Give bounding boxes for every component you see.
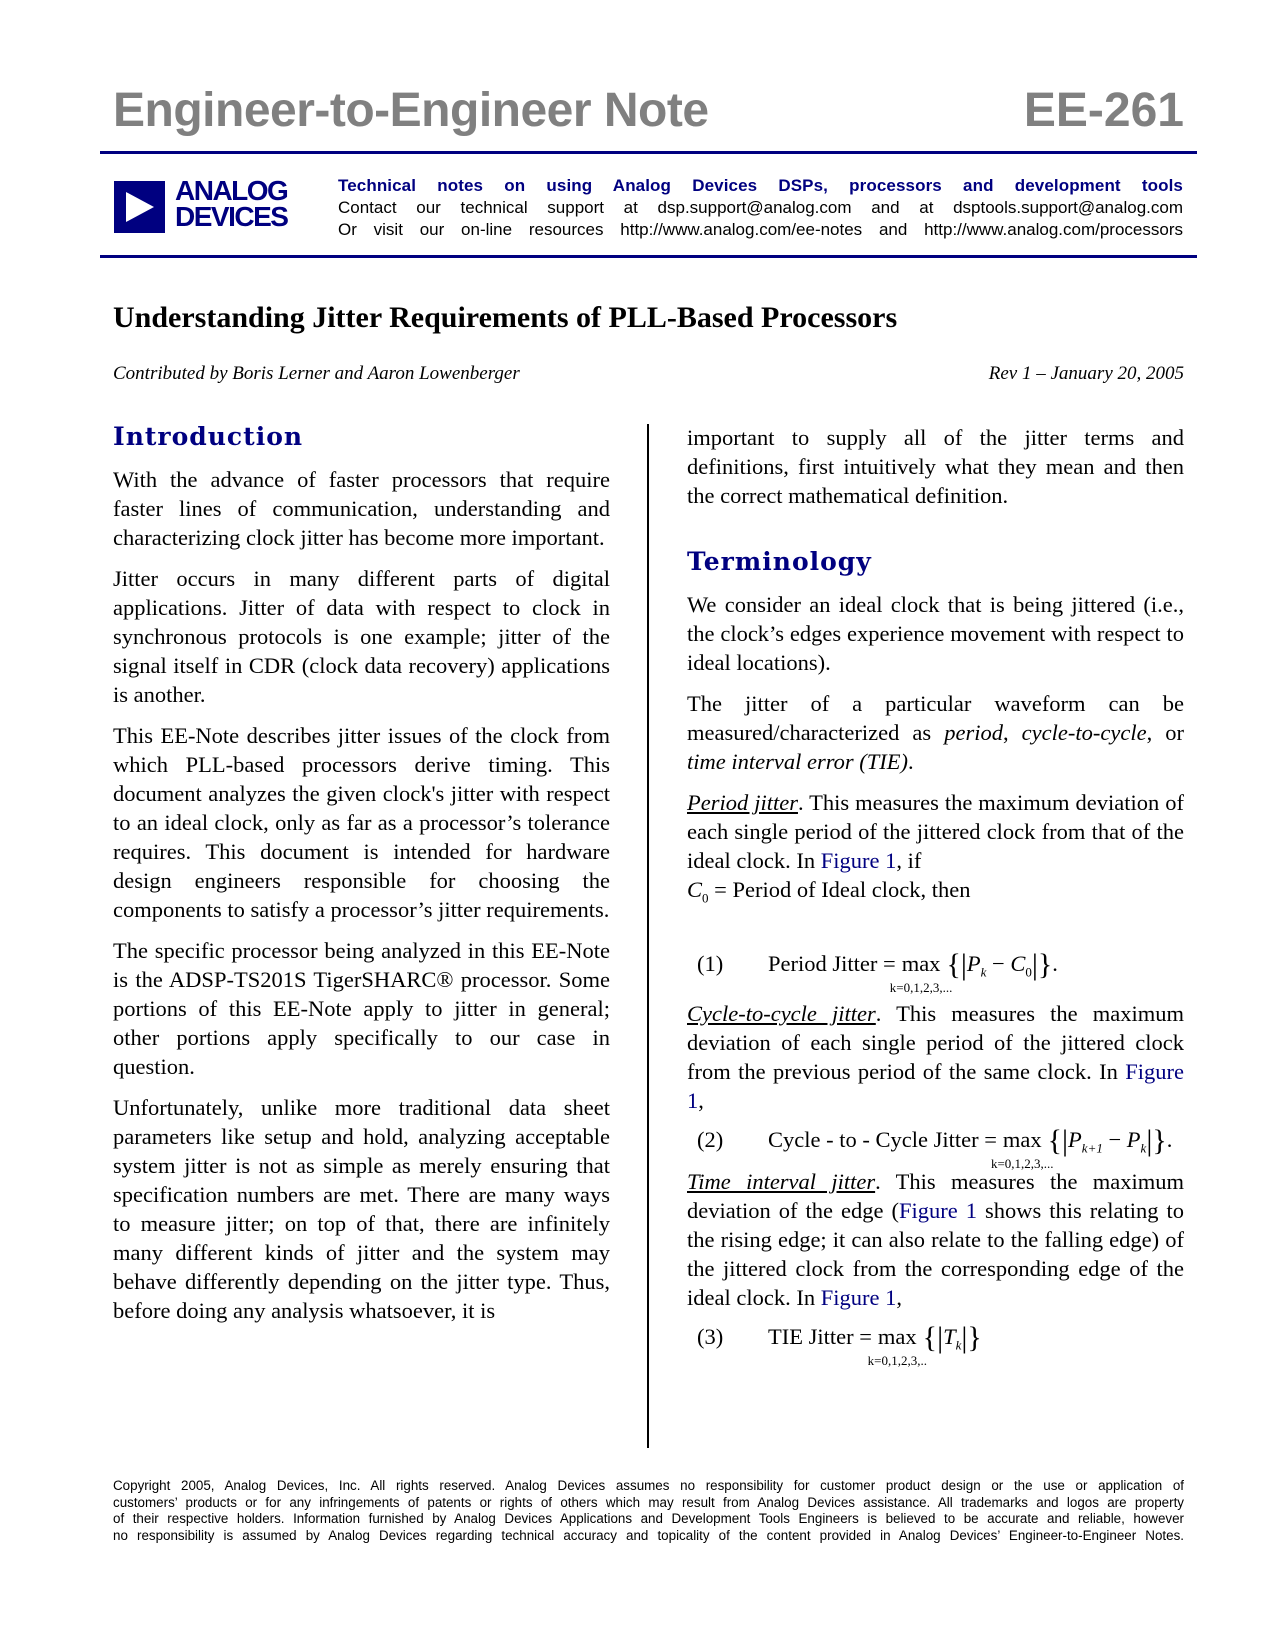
equation-1: (1) Period Jitter = max k=0,1,2,3,... {|Pk … [687,943,1184,995]
paragraph-jitter-types: The jitter of a particular waveform can … [687,689,1184,776]
analog-devices-logo-mark [114,181,165,233]
var: P [1126,1126,1141,1152]
equation-number: (1) [697,950,724,976]
footer-line: customers’ products or for any infringem… [113,1494,1184,1510]
max-operator: max k=0,1,2,3,.. [868,1322,927,1368]
equation-3: (3) TIE Jitter = max k=0,1,2,3,.. {|Tk|} [687,1316,1184,1368]
term-cycle-to-cycle: cycle-to-cycle [1021,720,1147,745]
left-column: Introduction With the advance of faster … [113,421,610,1337]
var: C [1010,950,1026,976]
brace-close: |} [961,1320,982,1354]
brace-close: |} [1146,1123,1167,1157]
equation-2: (2) Cycle - to - Cycle Jitter = max k=0,1,… [687,1119,1184,1171]
text: , [1002,720,1022,745]
paragraph-period-jitter: Period jitter. This measures the maximum… [687,788,1184,913]
byline: Contributed by Boris Lerner and Aaron Lo… [113,362,1184,386]
section-heading-introduction: Introduction [113,422,304,451]
authors: Contributed by Boris Lerner and Aaron Lo… [113,363,520,384]
equation-body: Period Jitter = max k=0,1,2,3,... {|Pk − C0… [768,947,1058,995]
paragraph-continuation: important to supply all of the jitter te… [687,425,1184,508]
max-operator: max k=0,1,2,3,... [991,1125,1054,1171]
equation-number: (3) [697,1323,724,1349]
text: , [698,1087,704,1113]
paragraph: We consider an ideal clock that is being… [687,592,1184,675]
var: P [966,950,981,976]
operator: − [986,950,1011,976]
header-top-rule [100,151,1197,154]
paragraph-tie-jitter: Time interval jitter. This measures the … [687,1167,1184,1312]
play-triangle-icon [126,192,154,222]
text: . [908,749,914,774]
right-column: important to supply all of the jitter te… [687,423,1184,1368]
header-info: Technical notes on using Analog Devices … [338,175,1183,241]
analog-devices-logo-text: ANALOG DEVICES [175,177,289,232]
figure-1-link[interactable]: Figure 1 [821,1285,897,1310]
column-divider [647,424,649,1448]
max-operator: max k=0,1,2,3,... [890,949,953,995]
paragraph-cycle-jitter: Cycle-to-cycle jitter. This measures the… [687,999,1184,1115]
text: , if [896,848,922,873]
tagline: Technical notes on using Analog Devices … [338,176,1183,195]
equation-body: Cycle - to - Cycle Jitter = max k=0,1,2,3,… [768,1123,1173,1171]
equation-number: (2) [697,1126,724,1152]
resources-line: Or visit our on-line resources http://ww… [338,220,1183,239]
copyright-footer: Copyright 2005, Analog Devices, Inc. All… [113,1478,1184,1544]
index-range: k=0,1,2,3,... [889,979,953,995]
paragraph: This EE-Note describes jitter issues of … [113,723,610,922]
term-time-interval-jitter: Time interval jitter [687,1168,876,1194]
term-cycle-to-cycle-jitter: Cycle-to-cycle jitter [687,1000,876,1026]
definition-text: = Period of Ideal clock, then [708,877,971,902]
paragraph: The specific processor being analyzed in… [113,938,610,1079]
note-number: EE-261 [1023,84,1184,137]
revision: Rev 1 – January 20, 2005 [988,363,1184,384]
var-c: C [687,877,703,902]
section-heading-terminology: Terminology [687,547,872,576]
paragraph: Jitter occurs in many different parts of… [113,566,610,707]
period: . [1052,950,1058,976]
var: P [1068,1126,1082,1152]
contact-line: Contact our technical support at dsp.sup… [338,198,1183,217]
term-period: period [944,720,1003,745]
series-title: Engineer-to-Engineer Note [113,84,709,137]
index-range: k=0,1,2,3,... [990,1155,1054,1171]
paragraph: With the advance of faster processors th… [113,467,610,550]
var: T [943,1323,956,1349]
text: , or [1146,720,1184,745]
operator: − [1102,1126,1127,1152]
subscript: k+1 [1081,1140,1103,1155]
figure-1-link[interactable]: Figure 1 [899,1198,977,1223]
equation-lhs: Cycle - to - Cycle Jitter = [768,1126,997,1152]
index-range: k=0,1,2,3,.. [867,1352,927,1368]
document-title: Understanding Jitter Requirements of PLL… [113,301,898,334]
figure-1-link[interactable]: Figure 1 [821,848,897,873]
period: . [1166,1126,1173,1152]
footer-line: of their respective holders. Information… [113,1511,1184,1527]
paragraph: Unfortunately, unlike more traditional d… [113,1095,610,1323]
footer-line: no responsibility is assumed by Analog D… [113,1527,1184,1543]
header-bottom-rule [100,255,1197,258]
text: , [896,1284,902,1310]
footer-line: Copyright 2005, Analog Devices, Inc. All… [113,1478,1184,1493]
term-period-jitter: Period jitter [687,790,798,815]
logo-line-2: DEVICES [175,201,289,232]
equation-lhs: Period Jitter = [768,950,896,976]
term-tie: time interval error (TIE) [687,749,909,774]
brace-close: |} [1031,947,1053,981]
equation-body: TIE Jitter = max k=0,1,2,3,.. {|Tk|} [768,1320,982,1368]
equation-lhs: TIE Jitter = [768,1323,872,1349]
